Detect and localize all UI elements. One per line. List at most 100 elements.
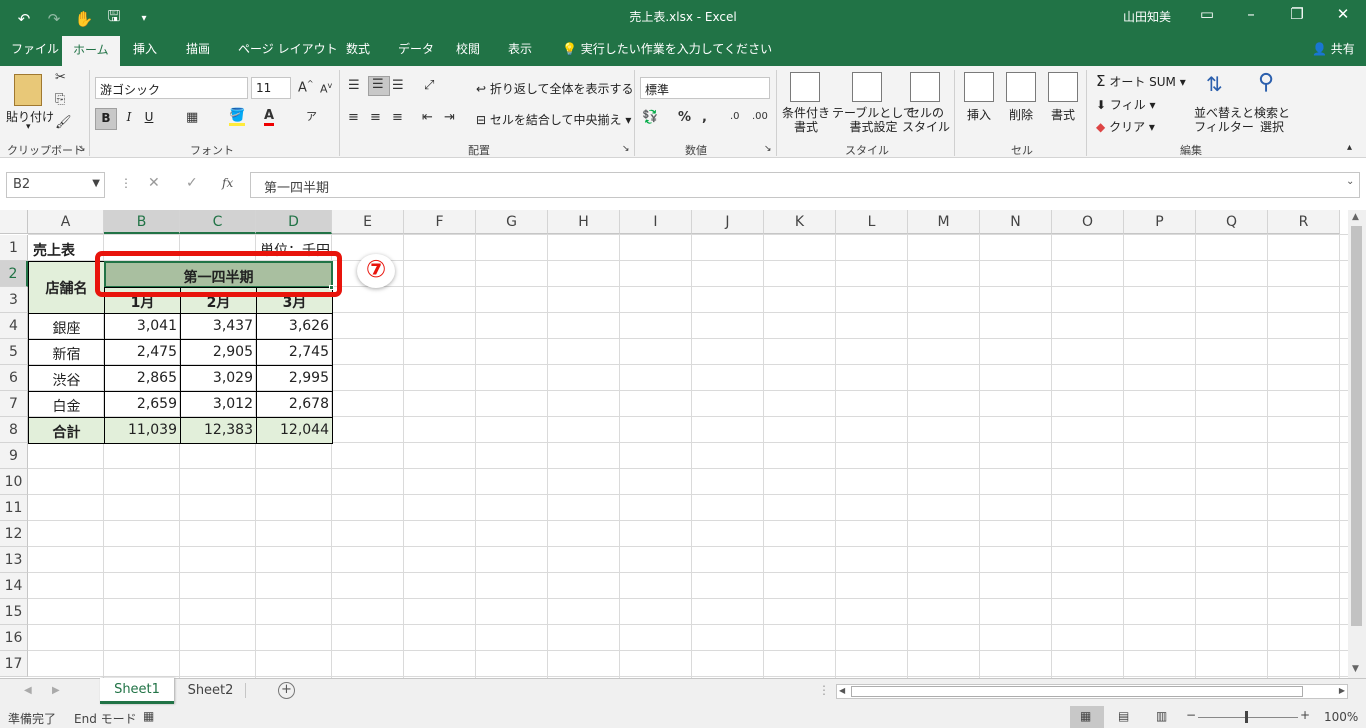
prev-sheet-icon[interactable]: ◀ [24,685,32,696]
name-box[interactable]: B2 ▼ [6,172,105,198]
tab-view[interactable]: 表示 [508,40,532,57]
scroll-thumb[interactable] [1351,226,1362,626]
scroll-left-icon[interactable]: ◀ [839,686,845,695]
sales-value-cell[interactable]: 2,745 [256,339,333,366]
fill-handle[interactable] [329,285,334,290]
minimize-icon[interactable]: – [1236,5,1266,23]
column-header-o[interactable]: O [1052,210,1124,234]
normal-view-button[interactable]: ▦ [1070,706,1104,728]
copy-icon[interactable]: ⎘ [55,92,65,107]
column-header-b[interactable]: B [104,210,180,234]
vertical-scrollbar[interactable]: ▲ ▼ [1348,210,1366,678]
column-header-f[interactable]: F [404,210,476,234]
zoom-level[interactable]: 100% [1324,710,1358,724]
page-layout-view-icon[interactable]: ▤ [1118,709,1129,723]
insert-cells-button[interactable]: 挿入 [967,106,991,123]
tab-page-layout[interactable]: ページ レイアウト [238,40,338,57]
column-header-a[interactable]: A [28,210,104,234]
column-header-e[interactable]: E [332,210,404,234]
sort-filter-button[interactable]: 並べ替えと フィルター [1194,106,1254,134]
paste-icon[interactable] [14,74,42,106]
phonetic-icon[interactable]: ア [306,108,317,124]
align-top-icon[interactable]: ☰ [348,78,360,93]
tab-review[interactable]: 校閲 [456,40,480,57]
row-header-5[interactable]: 5 [0,339,28,365]
decrease-font-icon[interactable]: Av [320,81,332,96]
sales-value-cell[interactable]: 2,865 [104,365,181,392]
total-label-cell[interactable]: 合計 [28,417,105,444]
align-left-icon[interactable]: ≡ [348,110,359,125]
sheet-tab-sheet1[interactable]: Sheet1 [100,678,174,704]
total-value-cell[interactable]: 11,039 [104,417,181,444]
fill-color-icon[interactable]: 🪣 [229,108,246,126]
tab-file[interactable]: ファイル [11,40,59,57]
row-header-1[interactable]: 1 [0,235,28,261]
zoom-slider-track[interactable] [1198,717,1298,718]
tell-me-box[interactable]: 💡 実行したい作業を入力してください [562,40,772,57]
zoom-out-icon[interactable]: − [1186,708,1196,722]
row-header-17[interactable]: 17 [0,651,28,677]
worksheet-grid[interactable]: ABCDEFGHIJKLMNOPQR 1 2 3 4 5 6 7 8 9 10 11 12 13 14 15… [0,210,1366,678]
enter-icon[interactable]: ✓ [186,175,198,191]
column-header-d[interactable]: D [256,210,332,234]
number-launcher-icon[interactable]: ↘ [764,144,772,154]
border-icon[interactable]: ▦ [186,110,198,125]
user-name[interactable]: 山田知美 [1123,8,1171,25]
scroll-down-icon[interactable]: ▼ [1352,664,1359,674]
column-header-p[interactable]: P [1124,210,1196,234]
cell-styles-button[interactable]: セルの スタイル [902,106,950,134]
store-name-cell[interactable]: 白金 [28,391,105,418]
align-middle-icon[interactable]: ☰ [368,76,390,96]
find-select-button[interactable]: 検索と 選択 [1254,106,1290,134]
delete-cells-button[interactable]: 削除 [1009,106,1033,123]
total-value-cell[interactable]: 12,044 [256,417,333,444]
percent-icon[interactable]: % [678,110,691,125]
merge-center-button[interactable]: ⊟ セルを結合して中央揃え ▾ [476,111,631,128]
clipboard-launcher-icon[interactable]: ↘ [78,144,86,154]
alignment-launcher-icon[interactable]: ↘ [622,144,630,154]
sales-value-cell[interactable]: 3,012 [180,391,257,418]
column-header-c[interactable]: C [180,210,256,234]
row-header-7[interactable]: 7 [0,391,28,417]
tab-formulas[interactable]: 数式 [346,40,370,57]
font-size-select[interactable]: 11 [251,77,291,99]
h-scroll-thumb[interactable] [851,686,1303,697]
total-value-cell[interactable]: 12,383 [180,417,257,444]
font-color-icon[interactable]: A [264,108,275,126]
orientation-icon[interactable]: ⤢ [424,78,434,93]
font-name-select[interactable]: 游ゴシック [95,77,248,99]
tab-data[interactable]: データ [398,40,434,57]
column-header-i[interactable]: I [620,210,692,234]
sales-value-cell[interactable]: 3,041 [104,313,181,340]
conditional-format-button[interactable]: 条件付き 書式 [782,106,830,134]
splitter-icon[interactable]: ⋮ [818,683,830,697]
tab-home[interactable]: ホーム [62,36,120,66]
column-header-g[interactable]: G [476,210,548,234]
accounting-format-icon[interactable]: 💱 [642,110,658,125]
macro-record-icon[interactable]: ▦ [143,709,154,723]
column-header-q[interactable]: Q [1196,210,1268,234]
collapse-ribbon-icon[interactable]: ▴ [1347,142,1352,153]
paste-dropdown-icon[interactable]: ▾ [26,122,31,132]
row-header-3[interactable]: 3 [0,287,28,313]
share-button[interactable]: 👤 共有 [1312,40,1355,57]
align-center-icon[interactable]: ≡ [370,110,381,125]
row-header-6[interactable]: 6 [0,365,28,391]
wrap-text-button[interactable]: ↩ 折り返して全体を表示する [476,80,634,97]
page-break-view-icon[interactable]: ▥ [1156,709,1167,723]
column-header-j[interactable]: J [692,210,764,234]
zoom-in-icon[interactable]: + [1300,708,1310,722]
number-format-select[interactable]: 標準 [640,77,770,99]
column-header-k[interactable]: K [764,210,836,234]
store-name-cell[interactable]: 新宿 [28,339,105,366]
cut-icon[interactable]: ✂ [55,70,66,85]
row-header-2[interactable]: 2 [0,261,28,287]
tab-draw[interactable]: 描画 [186,40,210,57]
sheet-tab-sheet2[interactable]: Sheet2 [176,683,246,698]
sales-value-cell[interactable]: 2,905 [180,339,257,366]
comma-icon[interactable]: , [702,110,707,125]
align-right-icon[interactable]: ≡ [392,110,403,125]
clear-button[interactable]: ◆ クリア ▾ [1096,118,1155,135]
formula-input[interactable]: 第一四半期 [250,172,1360,198]
column-header-h[interactable]: H [548,210,620,234]
